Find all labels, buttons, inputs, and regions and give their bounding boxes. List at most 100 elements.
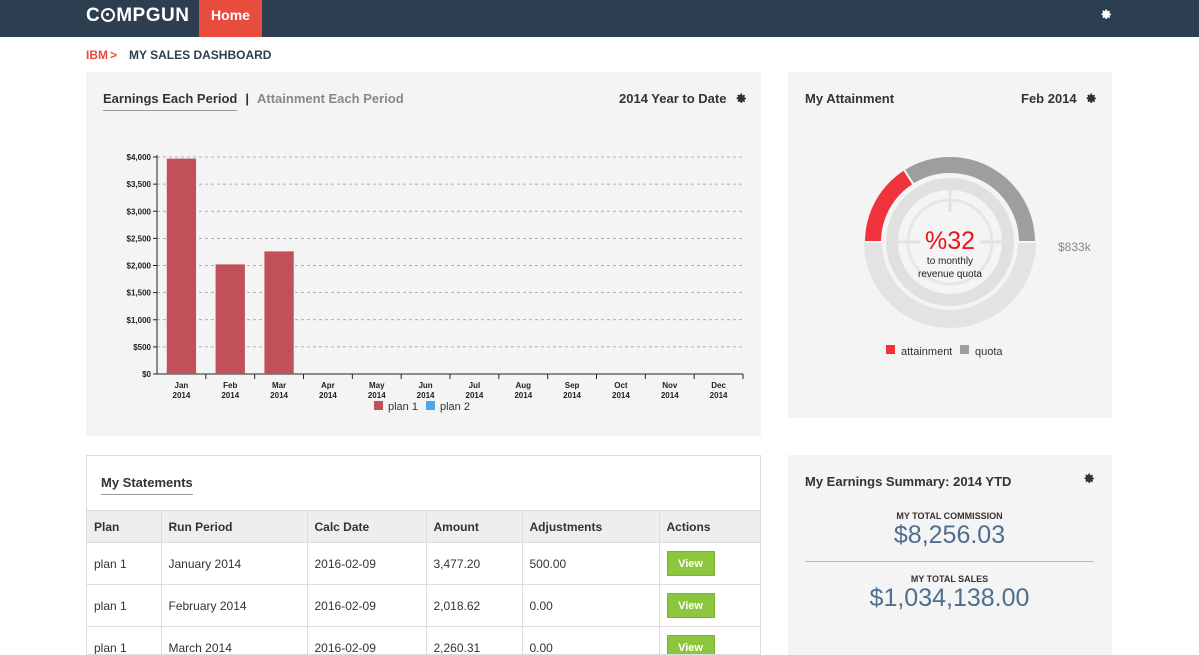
table-header-row: Plan Run Period Calc Date Amount Adjustm…: [87, 511, 761, 543]
x-tick-label: 2014: [612, 391, 630, 400]
y-tick-label: $3,000: [127, 207, 152, 216]
x-tick-label: Jan: [175, 381, 189, 390]
cell-amount: 3,477.20: [426, 543, 522, 585]
y-tick-label: $1,500: [127, 289, 152, 298]
x-tick-label: 2014: [710, 391, 728, 400]
statements-panel: My Statements Plan Run Period Calc Date …: [86, 455, 761, 655]
table-row: plan 1 February 2014 2016-02-09 2,018.62…: [87, 585, 761, 627]
attainment-donut-chart: %32to monthlyrevenue quota$833kattainmen…: [788, 72, 1112, 418]
statements-table: Plan Run Period Calc Date Amount Adjustm…: [87, 510, 761, 655]
cell-amount: 2,260.31: [426, 627, 522, 655]
cell-actions: View: [659, 627, 761, 655]
logo[interactable]: CMPGUN: [86, 5, 189, 27]
cell-run-period: January 2014: [161, 543, 307, 585]
x-tick-label: 2014: [270, 391, 288, 400]
bar: [216, 264, 245, 374]
cell-adjustments: 0.00: [522, 627, 659, 655]
gear-icon[interactable]: [1084, 473, 1094, 483]
x-tick-label: 2014: [417, 391, 435, 400]
y-tick-label: $1,000: [127, 316, 152, 325]
table-row: plan 1 March 2014 2016-02-09 2,260.31 0.…: [87, 627, 761, 655]
table-row: plan 1 January 2014 2016-02-09 3,477.20 …: [87, 543, 761, 585]
view-button[interactable]: View: [667, 635, 715, 655]
top-navbar: CMPGUN Home: [0, 0, 1199, 37]
earnings-panel: Earnings Each Period|Attainment Each Per…: [86, 72, 761, 436]
cell-actions: View: [659, 585, 761, 627]
x-tick-label: 2014: [173, 391, 191, 400]
summary-title: My Earnings Summary: 2014 YTD: [805, 474, 1011, 489]
y-tick-label: $3,500: [127, 180, 152, 189]
x-tick-label: Mar: [272, 381, 286, 390]
column-header[interactable]: Run Period: [161, 511, 307, 543]
x-tick-label: Sep: [565, 381, 580, 390]
quota-value-label: $833k: [1058, 240, 1092, 254]
x-tick-label: Jul: [469, 381, 481, 390]
statements-title-text: My Statements: [101, 475, 193, 495]
legend-label: plan 1: [388, 401, 418, 413]
cell-calc-date: 2016-02-09: [307, 585, 426, 627]
column-header: Actions: [659, 511, 761, 543]
cell-plan: plan 1: [87, 543, 161, 585]
attainment-panel: My Attainment Feb 2014 %32to monthlyreve…: [788, 72, 1112, 418]
x-tick-label: 2014: [466, 391, 484, 400]
x-tick-label: Apr: [321, 381, 335, 390]
x-tick-label: Jun: [418, 381, 432, 390]
x-tick-label: 2014: [514, 391, 532, 400]
total-commission-value: $8,256.03: [788, 521, 1111, 550]
statements-title: My Statements: [101, 475, 193, 490]
cell-amount: 2,018.62: [426, 585, 522, 627]
column-header[interactable]: Adjustments: [522, 511, 659, 543]
breadcrumb: IBM> MY SALES DASHBOARD: [86, 48, 271, 62]
earnings-bar-chart: $0 $500 $1,000 $1,500 $2,000 $2,500 $3,000 $3,5…: [86, 72, 761, 436]
column-header[interactable]: Plan: [87, 511, 161, 543]
legend-swatch: [426, 401, 435, 410]
legend-label: plan 2: [440, 401, 470, 413]
logo-crosshair-icon: [101, 8, 115, 22]
gear-icon[interactable]: [1101, 9, 1111, 19]
cell-actions: View: [659, 543, 761, 585]
cell-calc-date: 2016-02-09: [307, 543, 426, 585]
legend-swatch: [960, 345, 969, 354]
cell-adjustments: 0.00: [522, 585, 659, 627]
x-tick-label: 2014: [221, 391, 239, 400]
earnings-summary-panel: My Earnings Summary: 2014 YTD MY TOTAL C…: [788, 455, 1112, 655]
x-tick-label: May: [369, 381, 385, 390]
y-tick-label: $500: [133, 343, 151, 352]
column-header[interactable]: Amount: [426, 511, 522, 543]
x-tick-label: Feb: [223, 381, 237, 390]
column-header[interactable]: Calc Date: [307, 511, 426, 543]
y-tick-label: $0: [142, 370, 151, 379]
cell-run-period: February 2014: [161, 585, 307, 627]
legend-swatch: [374, 401, 383, 410]
x-tick-label: Oct: [614, 381, 628, 390]
x-tick-label: Nov: [662, 381, 678, 390]
bar: [264, 251, 293, 374]
y-tick-label: $2,000: [127, 262, 152, 271]
x-tick-label: Aug: [515, 381, 531, 390]
breadcrumb-separator: >: [110, 48, 117, 62]
x-tick-label: 2014: [319, 391, 337, 400]
attainment-percent: %32: [925, 227, 975, 255]
y-tick-label: $4,000: [127, 153, 152, 162]
x-tick-label: 2014: [563, 391, 581, 400]
x-tick-label: 2014: [368, 391, 386, 400]
breadcrumb-current: MY SALES DASHBOARD: [129, 48, 271, 62]
bar: [167, 159, 196, 374]
legend-swatch: [886, 345, 895, 354]
breadcrumb-root-link[interactable]: IBM: [86, 48, 108, 62]
legend-label: quota: [975, 346, 1003, 358]
nav-home-tab[interactable]: Home: [199, 0, 262, 37]
x-tick-label: Dec: [711, 381, 726, 390]
cell-run-period: March 2014: [161, 627, 307, 655]
total-sales-label: MY TOTAL SALES: [788, 574, 1111, 584]
cell-plan: plan 1: [87, 627, 161, 655]
view-button[interactable]: View: [667, 593, 715, 618]
total-sales-value: $1,034,138.00: [788, 584, 1111, 613]
cell-adjustments: 500.00: [522, 543, 659, 585]
summary-divider: [805, 561, 1094, 562]
legend-label: attainment: [901, 346, 952, 358]
view-button[interactable]: View: [667, 551, 715, 576]
total-commission-label: MY TOTAL COMMISSION: [788, 511, 1111, 521]
attainment-caption: revenue quota: [918, 269, 982, 280]
y-tick-label: $2,500: [127, 234, 152, 243]
